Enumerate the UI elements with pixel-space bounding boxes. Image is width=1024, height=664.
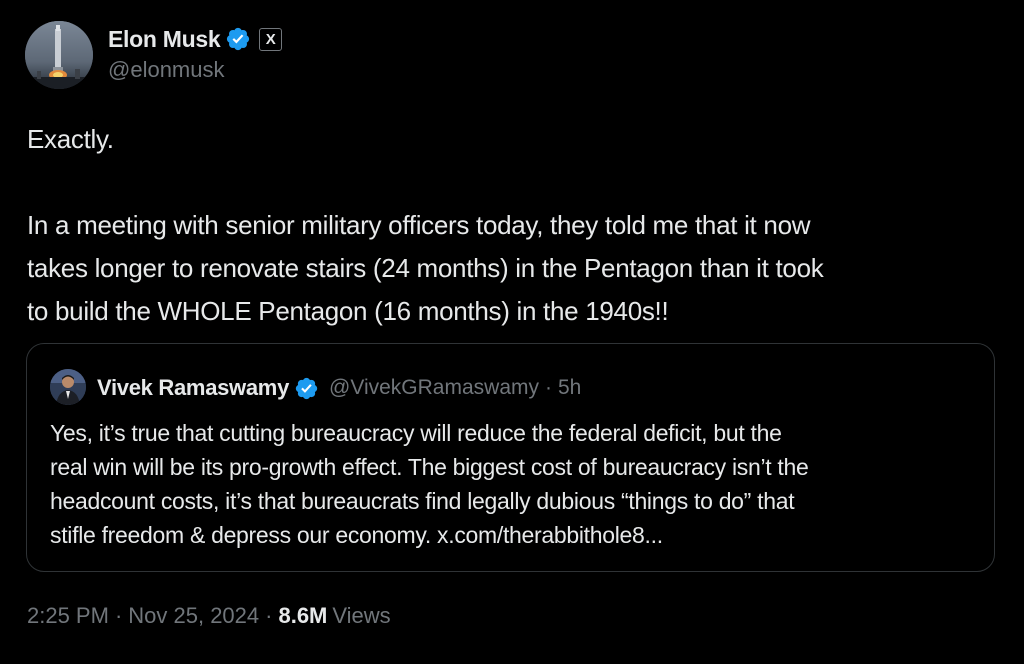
quoted-line: headcount costs, it’s that bureaucrats f…	[50, 488, 795, 514]
person-portrait-image	[50, 369, 86, 405]
views-label: Views	[332, 603, 391, 628]
views-count[interactable]: 8.6M	[278, 603, 327, 629]
verified-badge-icon[interactable]	[225, 26, 251, 52]
rocket-launch-image	[25, 21, 93, 89]
tweet-date[interactable]: Nov 25, 2024	[128, 603, 259, 629]
tweet[interactable]: Elon Musk X @elonmusk Exactly. In a meet…	[0, 0, 1024, 664]
author-block: Elon Musk X @elonmusk	[108, 24, 283, 83]
meta-separator: ·	[265, 603, 273, 628]
meta-separator: ·	[114, 603, 123, 628]
quoted-timestamp[interactable]: 5h	[558, 376, 581, 400]
tweet-line: to build the WHOLE Pentagon (16 months) …	[27, 296, 669, 326]
verified-badge-icon[interactable]	[294, 376, 319, 401]
tweet-meta: 2:25 PM · Nov 25, 2024 · 8.6M Views	[27, 603, 391, 629]
tweet-time[interactable]: 2:25 PM	[27, 603, 109, 629]
tweet-line-blank	[27, 161, 1007, 204]
quoted-line: real win will be its pro-growth effect. …	[50, 454, 809, 480]
quoted-line: stifle freedom & depress our economy. x.…	[50, 522, 663, 548]
tweet-line: In a meeting with senior military office…	[27, 210, 811, 240]
quoted-separator: ·	[545, 376, 552, 399]
author-avatar[interactable]	[25, 21, 93, 89]
quoted-handle[interactable]: @VivekGRamaswamy	[329, 376, 539, 400]
x-affiliation-badge-icon[interactable]: X	[259, 27, 283, 51]
quoted-display-name[interactable]: Vivek Ramaswamy	[97, 375, 289, 401]
quoted-line: Yes, it’s true that cutting bureaucracy …	[50, 420, 782, 446]
tweet-text: Exactly. In a meeting with senior milita…	[27, 118, 1007, 333]
quoted-author-avatar[interactable]	[50, 369, 86, 405]
quoted-tweet-card[interactable]: Vivek Ramaswamy @VivekGRamaswamy · 5h Ye…	[26, 343, 995, 572]
author-name-row: Elon Musk X	[108, 24, 283, 54]
quoted-text: Yes, it’s true that cutting bureaucracy …	[50, 416, 980, 552]
author-handle[interactable]: @elonmusk	[108, 57, 282, 83]
author-display-name[interactable]: Elon Musk	[108, 26, 221, 53]
quoted-header: Vivek Ramaswamy @VivekGRamaswamy · 5h	[97, 372, 581, 404]
tweet-line: Exactly.	[27, 124, 114, 154]
tweet-line: takes longer to renovate stairs (24 mont…	[27, 253, 824, 283]
